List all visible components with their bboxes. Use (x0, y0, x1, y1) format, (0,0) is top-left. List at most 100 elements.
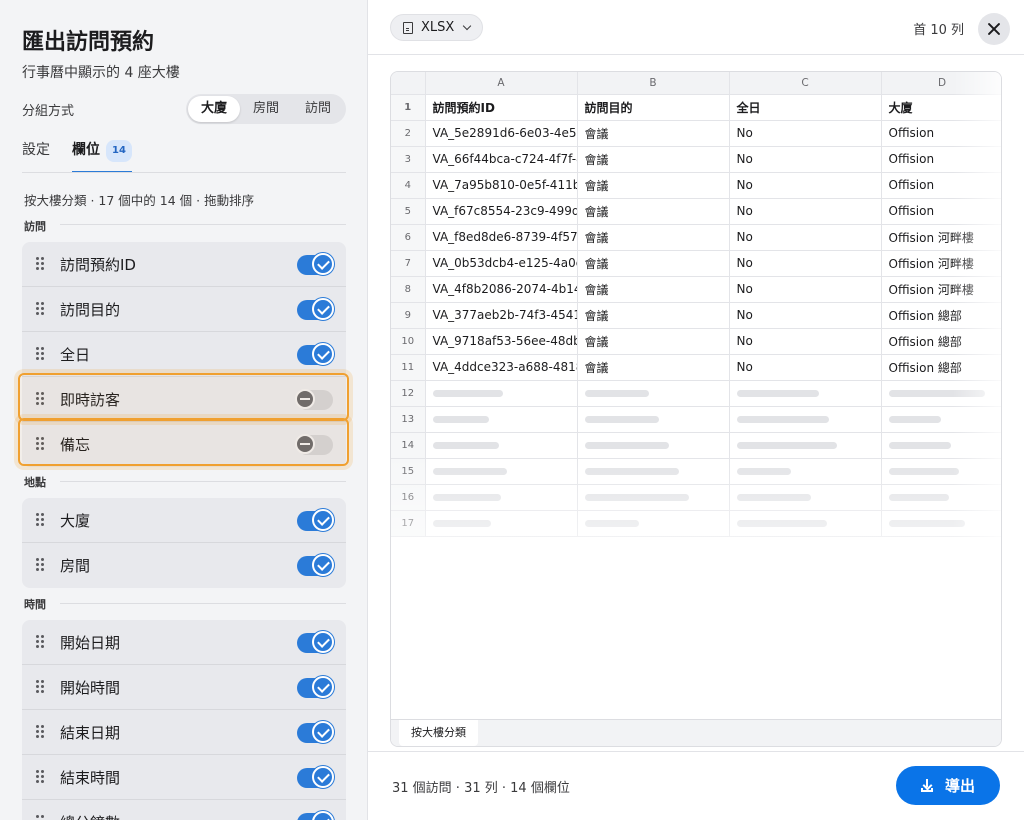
table-cell: 會議 (577, 198, 730, 225)
sheet-tabs-bar: 按大樓分類 (391, 719, 1001, 746)
tabs-divider (22, 172, 346, 173)
drag-handle-icon[interactable] (36, 558, 44, 572)
row-number: 11 (391, 354, 426, 381)
download-icon (920, 779, 933, 792)
export-summary: 31 個訪問 · 31 列 · 14 個欄位 (392, 781, 570, 796)
table-row: 5 VA_f67c8554-23c9-499d 會議 No Offision (391, 198, 1001, 225)
group-by-option-room[interactable]: 房間 (240, 96, 292, 122)
field-row-visit-id[interactable]: 訪問預約ID (22, 242, 346, 287)
table-cell: 會議 (577, 224, 730, 251)
drag-handle-icon[interactable] (36, 815, 44, 820)
highlight-disabled-field (18, 418, 349, 466)
column-header[interactable]: C (729, 72, 882, 95)
column-header[interactable]: B (577, 72, 730, 95)
field-row-start-date[interactable]: 開始日期 (22, 620, 346, 665)
tab-fields-label: 欄位 (72, 142, 100, 158)
preview-grid: A B C D 1 訪問預約ID 訪問目的 全日 大廈 2 VA_5e2891d6… (391, 72, 1001, 537)
field-row-building[interactable]: 大廈 (22, 498, 346, 543)
field-label: 房間 (60, 557, 91, 575)
column-header[interactable]: D (881, 72, 1001, 95)
table-cell: 會議 (577, 328, 730, 355)
tab-fields[interactable]: 欄位 14 (72, 140, 132, 173)
field-toggle[interactable] (297, 298, 334, 320)
format-dropdown[interactable]: XLSX (390, 14, 483, 41)
row-number: 14 (391, 432, 426, 459)
drag-handle-icon[interactable] (36, 770, 44, 784)
row-number: 17 (391, 510, 426, 537)
row-number: 9 (391, 302, 426, 329)
table-cell: 會議 (577, 302, 730, 329)
placeholder-row: 16 (391, 484, 1001, 511)
table-cell: No (729, 250, 882, 277)
table-cell: 訪問目的 (577, 94, 730, 121)
export-label: 導出 (944, 777, 975, 795)
placeholder-row: 14 (391, 432, 1001, 459)
field-toggle[interactable] (297, 721, 334, 743)
panel-tabs: 設定 欄位 14 (22, 140, 346, 174)
table-cell: 會議 (577, 172, 730, 199)
field-toggle[interactable] (297, 766, 334, 788)
drag-handle-icon[interactable] (36, 635, 44, 649)
field-row-end-time[interactable]: 結束時間 (22, 755, 346, 800)
field-group-time: 開始日期 開始時間 結束日期 結束時間 總分鐘數 (22, 620, 346, 820)
field-label: 大廈 (60, 511, 91, 530)
drag-handle-icon[interactable] (36, 680, 44, 694)
table-cell: 大廈 (881, 94, 1001, 121)
header-divider (368, 54, 1024, 55)
table-row: 10 VA_9718af53-56ee-48db 會議 No Offision 總部 (391, 328, 1001, 355)
group-by-label: 分組方式 (22, 104, 75, 119)
table-cell: 會議 (577, 146, 730, 173)
format-label: XLSX (421, 20, 455, 35)
table-cell: No (729, 146, 882, 173)
export-preview-panel: XLSX 首 10 列 A B C D 1 訪問預約ID 訪問目的 全日 大廈 … (368, 0, 1024, 820)
field-toggle[interactable] (297, 253, 334, 275)
export-button[interactable]: 導出 (896, 766, 1000, 805)
drag-handle-icon[interactable] (36, 347, 44, 361)
table-cell: Offision (881, 198, 1001, 225)
group-by-option-visit[interactable]: 訪問 (292, 96, 344, 122)
row-number: 5 (391, 198, 426, 225)
field-row-all-day[interactable]: 全日 (22, 332, 346, 377)
field-row-total-minutes[interactable]: 總分鐘數 (22, 800, 346, 820)
placeholder-row: 13 (391, 406, 1001, 433)
field-toggle[interactable] (297, 631, 334, 653)
drag-handle-icon[interactable] (36, 725, 44, 739)
row-number: 12 (391, 380, 426, 407)
table-cell: VA_f67c8554-23c9-499d (425, 198, 578, 225)
drag-handle-icon[interactable] (36, 513, 44, 527)
table-row: 9 VA_377aeb2b-74f3-4541 會議 No Offision 總部 (391, 302, 1001, 329)
group-by-option-building[interactable]: 大廈 (188, 96, 240, 122)
sheet-tab[interactable]: 按大樓分類 (399, 720, 478, 746)
table-cell: VA_377aeb2b-74f3-4541 (425, 302, 578, 329)
placeholder-row: 17 (391, 510, 1001, 537)
field-row-room[interactable]: 房間 (22, 543, 346, 588)
field-toggle[interactable] (297, 509, 334, 531)
table-row: 3 VA_66f44bca-c724-4f7f-8 會議 No Offision (391, 146, 1001, 173)
table-cell: Offision (881, 146, 1001, 173)
drag-handle-icon[interactable] (36, 257, 44, 271)
dialog-title: 匯出訪問預約 (22, 30, 155, 55)
field-label: 訪問目的 (60, 300, 121, 319)
row-number: 2 (391, 120, 426, 147)
field-row-visit-purpose[interactable]: 訪問目的 (22, 287, 346, 332)
field-toggle[interactable] (297, 811, 334, 820)
table-cell: 會議 (577, 120, 730, 147)
field-toggle[interactable] (297, 554, 334, 576)
chevron-down-icon (463, 21, 472, 31)
highlight-disabled-field (18, 373, 349, 421)
field-label: 全日 (60, 345, 91, 364)
field-label: 開始時間 (60, 678, 121, 697)
field-toggle[interactable] (297, 676, 334, 698)
field-row-start-time[interactable]: 開始時間 (22, 665, 346, 710)
field-row-end-date[interactable]: 結束日期 (22, 710, 346, 755)
tab-settings[interactable]: 設定 (22, 140, 50, 172)
group-by-segmented-control: 大廈 房間 訪問 (186, 94, 346, 124)
table-cell: No (729, 354, 882, 381)
column-header[interactable]: A (425, 72, 578, 95)
row-number: 15 (391, 458, 426, 485)
section-label-visit: 訪問 (24, 220, 46, 233)
close-button[interactable] (978, 13, 1010, 45)
spreadsheet-preview: A B C D 1 訪問預約ID 訪問目的 全日 大廈 2 VA_5e2891d6… (390, 71, 1002, 747)
field-toggle[interactable] (297, 343, 334, 365)
drag-handle-icon[interactable] (36, 302, 44, 316)
